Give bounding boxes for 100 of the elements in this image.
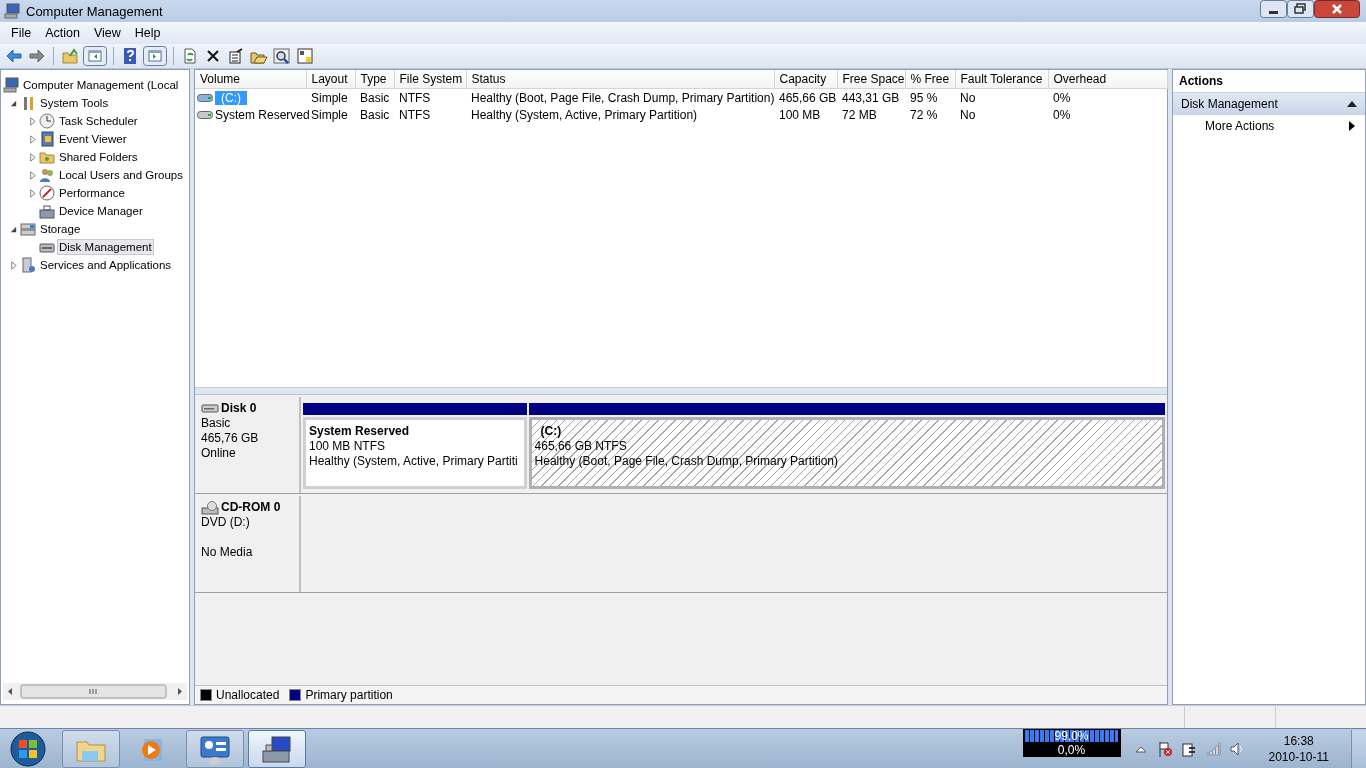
- disk-drive-icon: [197, 91, 213, 104]
- toolbox-icon: [39, 203, 55, 219]
- table-cell: NTFS: [399, 107, 431, 122]
- table-cell: No: [960, 90, 976, 105]
- clock-time: 16:38: [1283, 732, 1314, 749]
- tree-item[interactable]: Performance: [57, 185, 127, 201]
- table-cell: Basic: [360, 90, 390, 105]
- taskbar-button[interactable]: [186, 729, 244, 768]
- expand-arrow-icon[interactable]: [28, 134, 37, 144]
- submenu-arrow-icon[interactable]: [1349, 121, 1355, 131]
- server-icon: [20, 257, 36, 273]
- gauge-icon: [39, 185, 55, 201]
- folder-icon: [39, 149, 55, 165]
- expand-arrow-icon[interactable]: [28, 170, 37, 180]
- column-header[interactable]: Layout: [306, 70, 355, 89]
- column-header[interactable]: Volume: [195, 70, 306, 89]
- partition-box[interactable]: (C:) 465,66 GB NTFS Healthy (Boot, Page File, Crash Dump, Primary Partition): [528, 417, 1165, 489]
- disk-status: No Media: [201, 545, 254, 560]
- table-cell: No: [960, 107, 976, 122]
- tree-item[interactable]: Local Users and Groups: [57, 167, 185, 183]
- flag-icon[interactable]: [1156, 740, 1173, 757]
- partition-size: 100 MB NTFS: [309, 439, 387, 454]
- actions-section[interactable]: Disk Management: [1173, 93, 1365, 115]
- action-link[interactable]: More Actions: [1205, 119, 1275, 133]
- disk-status: Online: [201, 446, 237, 461]
- table-cell: 465,66 GB: [779, 90, 837, 105]
- taskbar-button[interactable]: [248, 729, 306, 768]
- meter-reading: 0,0%: [1057, 743, 1086, 757]
- clock-date: 2010-10-11: [1268, 748, 1329, 765]
- table-cell: Healthy (System, Active, Primary Partition): [471, 107, 698, 122]
- tree-item[interactable]: Shared Folders: [57, 149, 140, 165]
- horizontal-scrollbar[interactable]: [3, 683, 187, 700]
- power-plug-icon[interactable]: [1180, 740, 1197, 757]
- tree-item[interactable]: System Tools: [38, 95, 111, 111]
- expand-arrow-icon[interactable]: [28, 188, 37, 198]
- tree-item[interactable]: Storage: [38, 221, 83, 237]
- tree-item[interactable]: Computer Management (Local: [21, 77, 181, 93]
- tree-item[interactable]: Event Viewer: [57, 131, 129, 147]
- column-header[interactable]: Overhead: [1048, 70, 1167, 89]
- table-cell: 0%: [1053, 107, 1071, 122]
- computer-icon: [3, 77, 19, 93]
- collapse-arrow-icon[interactable]: [9, 224, 18, 234]
- window-title: Computer Management: [26, 3, 164, 19]
- partition-status: Healthy (System, Active, Primary Partiti: [309, 454, 519, 469]
- expand-arrow-icon[interactable]: [28, 152, 37, 162]
- table-cell: 72 %: [910, 107, 938, 122]
- partition-status: Healthy (Boot, Page File, Crash Dump, Primary Partition): [534, 454, 840, 469]
- table-cell: Basic: [360, 107, 390, 122]
- partition-box[interactable]: System Reserved 100 MB NTFS Healthy (System, Active, Primary Partiti: [303, 417, 527, 489]
- table-cell: 72 MB: [842, 107, 877, 122]
- disk-name: CD-ROM 0: [221, 500, 281, 515]
- expand-arrow-icon[interactable]: [9, 260, 18, 270]
- search-icon[interactable]: [272, 46, 292, 66]
- legend-label: Unallocated: [216, 688, 280, 702]
- clock[interactable]: 16:38 2010-10-11: [1268, 732, 1329, 765]
- section-title: Disk Management: [1181, 97, 1278, 111]
- table-cell: 100 MB: [779, 107, 821, 122]
- collapse-arrow-icon[interactable]: [1347, 100, 1357, 108]
- partition-size: 465,66 GB NTFS: [534, 439, 628, 454]
- menu-item[interactable]: Action: [38, 24, 87, 42]
- close-icon[interactable]: [1314, 0, 1360, 18]
- table-cell: Simple: [311, 107, 348, 122]
- legend-label: Primary partition: [305, 688, 393, 702]
- cd-drive-icon: [201, 500, 219, 515]
- tree-item[interactable]: Device Manager: [57, 203, 145, 219]
- clock-icon: [39, 113, 55, 129]
- menu-item[interactable]: Help: [127, 24, 168, 42]
- table-cell: 0%: [1053, 90, 1071, 105]
- disk-drive-icon: [201, 401, 219, 416]
- action-pane-icon[interactable]: [143, 46, 167, 66]
- tree-item[interactable]: Task Scheduler: [57, 113, 140, 129]
- menu-item[interactable]: View: [86, 24, 128, 42]
- table-cell: NTFS: [399, 90, 431, 105]
- disk-info: Basic: [201, 416, 232, 431]
- disk-info: DVD (D:): [201, 515, 251, 530]
- table-cell[interactable]: System Reserved: [215, 107, 310, 122]
- storage-icon: [20, 221, 36, 237]
- disk-info: 465,76 GB: [201, 431, 260, 446]
- disk-name: Disk 0: [221, 401, 257, 416]
- expand-arrow-icon[interactable]: [28, 116, 37, 126]
- column-header[interactable]: Fault Tolerance: [955, 70, 1048, 89]
- tree-item[interactable]: Disk Management: [57, 239, 154, 255]
- tree-pane-icon[interactable]: [83, 46, 107, 66]
- column-header[interactable]: Capacity: [774, 70, 837, 89]
- table-cell: 95 %: [910, 90, 938, 105]
- column-header[interactable]: % Free: [905, 70, 955, 89]
- speaker-icon[interactable]: [1228, 740, 1245, 757]
- column-header[interactable]: Free Space: [837, 70, 905, 89]
- column-header[interactable]: Type: [355, 70, 394, 89]
- collapse-arrow-icon[interactable]: [9, 98, 18, 108]
- column-header[interactable]: Status: [466, 70, 774, 89]
- column-header[interactable]: File System: [394, 70, 466, 89]
- folder-up-icon[interactable]: [60, 46, 80, 66]
- log-book-icon: [39, 131, 55, 147]
- restore-icon[interactable]: [1287, 0, 1314, 18]
- menu-item[interactable]: File: [4, 24, 39, 42]
- start-button[interactable]: [8, 729, 48, 768]
- minimize-icon[interactable]: [1260, 0, 1287, 18]
- tree-item[interactable]: Services and Applications: [38, 257, 174, 273]
- computer-icon: [4, 3, 20, 19]
